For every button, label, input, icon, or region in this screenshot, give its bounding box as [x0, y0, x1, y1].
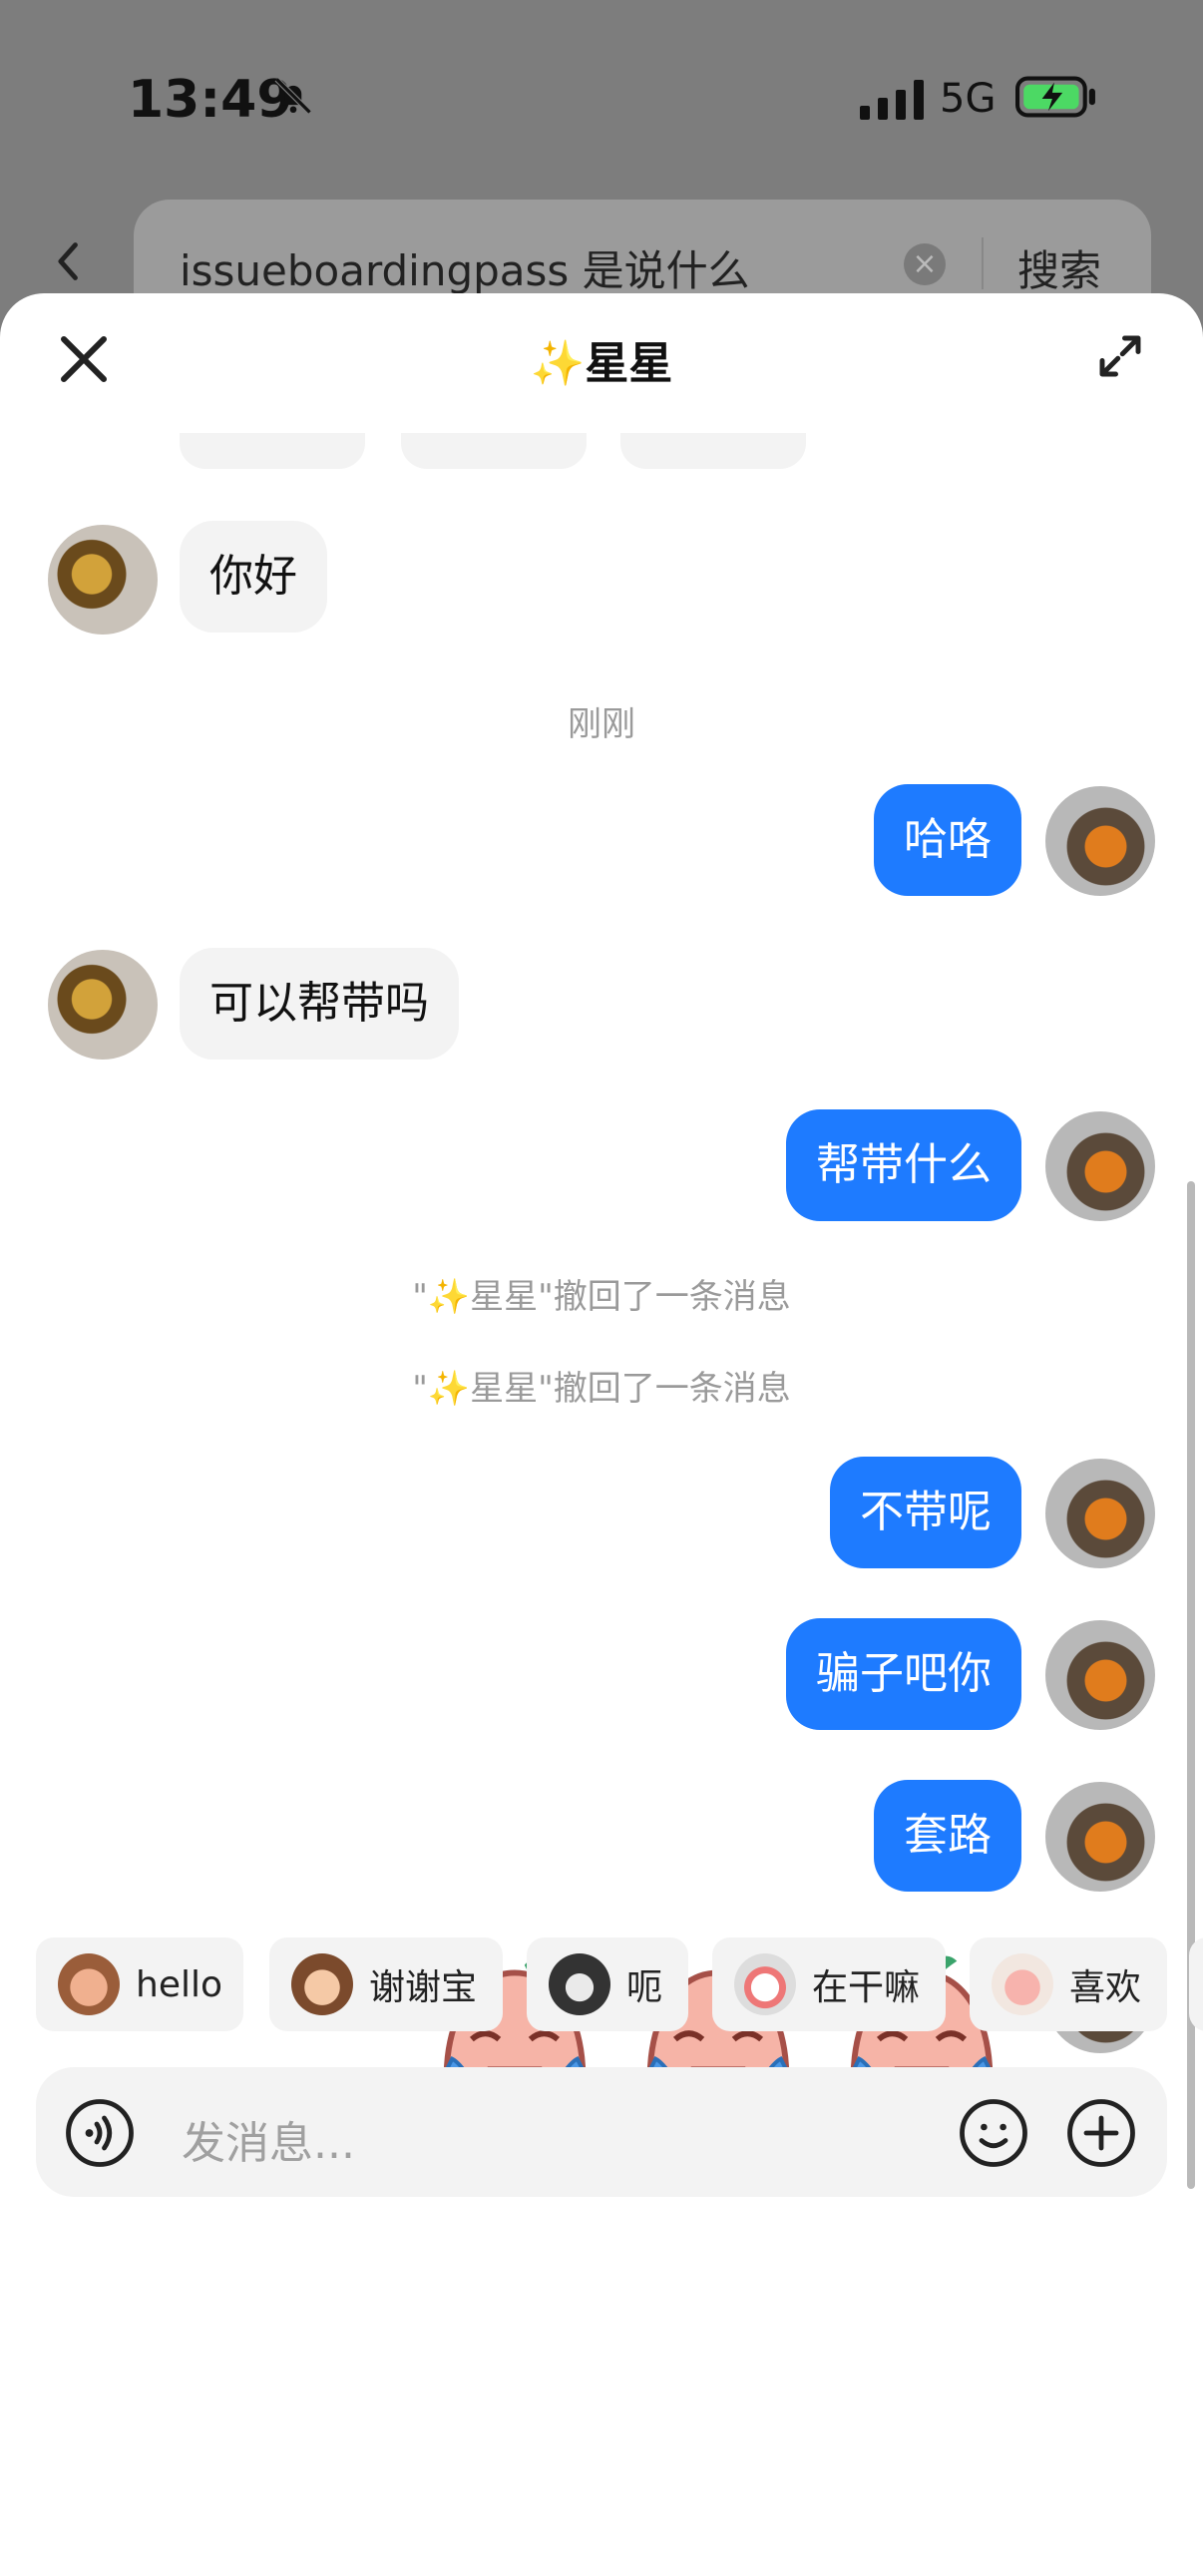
search-input[interactable]: issueboardingpass 是说什么: [180, 237, 750, 298]
search-button[interactable]: 搜索: [1017, 237, 1101, 298]
message-bubble[interactable]: 可以帮带吗: [180, 948, 459, 1060]
sticker-chip-like[interactable]: 喜欢: [970, 1937, 1167, 2031]
heart-icon: [992, 1953, 1053, 2015]
message-bubble[interactable]: 哈咯: [874, 784, 1021, 896]
clear-icon[interactable]: ×: [904, 243, 946, 285]
girl-flower-icon: [291, 1953, 353, 2015]
avatar[interactable]: [1045, 1459, 1155, 1568]
timestamp: 刚刚: [568, 704, 635, 744]
chip-label: 在干嘛: [812, 1967, 921, 2008]
scrollbar[interactable]: [1187, 1181, 1195, 2189]
sticker-chip-uh[interactable]: 呃: [527, 1937, 688, 2031]
avatar[interactable]: [1045, 1782, 1155, 1892]
message-bubble[interactable]: 帮带什么: [786, 1109, 1021, 1221]
sticker-chip-hello[interactable]: hello: [36, 1937, 243, 2031]
status-bar: 13:49 5G: [0, 0, 1203, 200]
plus-icon[interactable]: [1065, 2097, 1137, 2169]
recall-notice: "✨星星"撤回了一条消息: [412, 1369, 791, 1409]
bell-off-icon: [274, 77, 312, 115]
message-bubble[interactable]: 套路: [874, 1780, 1021, 1892]
signal-icon: [860, 80, 924, 120]
status-time: 13:49: [128, 70, 293, 130]
sticker-chip-thanks[interactable]: 谢谢宝: [269, 1937, 503, 2031]
peek-icon: [734, 1953, 796, 2015]
list-item: [620, 433, 806, 469]
cat-icon: [549, 1953, 610, 2015]
message-bubble[interactable]: 不带呢: [830, 1457, 1021, 1568]
chip-label: 谢谢宝: [369, 1967, 478, 2008]
chip-label: 喜欢: [1069, 1967, 1142, 2008]
monkey-wave-icon: [58, 1953, 120, 2015]
smile-icon[interactable]: [958, 2097, 1029, 2169]
avatar[interactable]: [1045, 786, 1155, 896]
message-bubble[interactable]: 你好: [180, 521, 327, 633]
list-item: [180, 433, 365, 469]
chat-sheet: ✨星星 你好 刚刚 哈咯 可以帮带吗 帮带什么 "✨星星"撤回了一条消息 "✨星…: [0, 293, 1203, 2576]
expand-icon[interactable]: [1093, 329, 1147, 383]
avatar[interactable]: [48, 525, 158, 635]
message-bubble[interactable]: 骗子吧你: [786, 1618, 1021, 1730]
chat-title: ✨星星: [530, 338, 673, 389]
voice-icon[interactable]: [64, 2097, 136, 2169]
chip-label: 呃: [626, 1967, 663, 2008]
sticker-chip-doing[interactable]: 在干嘛: [712, 1937, 946, 2031]
search-divider: [982, 237, 984, 289]
recall-notice: "✨星星"撤回了一条消息: [412, 1277, 791, 1317]
avatar[interactable]: [48, 950, 158, 1060]
battery-charging-icon: [1015, 76, 1095, 118]
message-input[interactable]: 发消息...: [182, 2107, 355, 2171]
network-label: 5G: [940, 76, 997, 122]
avatar[interactable]: [1045, 1111, 1155, 1221]
avatar[interactable]: [1045, 1620, 1155, 1730]
chip-label: hello: [136, 1963, 222, 2005]
list-item: [401, 433, 587, 469]
chevron-left-icon[interactable]: [48, 239, 92, 283]
sticker-chip-more[interactable]: [1189, 1937, 1203, 2031]
